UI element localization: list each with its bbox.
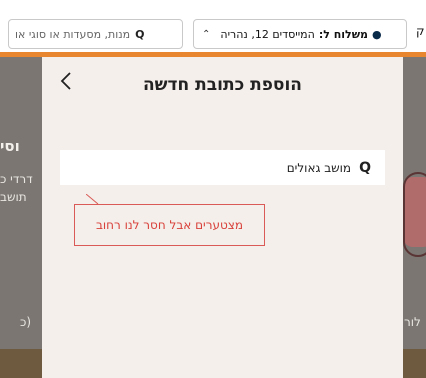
edge-text: ק bbox=[416, 24, 425, 38]
chevron-up-icon: ⌃ bbox=[202, 28, 211, 40]
search-icon: Q bbox=[359, 159, 371, 176]
delivery-prefix: משלוח ל: bbox=[318, 27, 369, 41]
bg-fragment: (כ bbox=[20, 315, 32, 329]
delivery-address-button[interactable]: ● משלוח ל: המייסדים 12, נהריה ⌃ bbox=[193, 19, 407, 49]
search-icon: Q bbox=[135, 27, 145, 41]
add-address-modal: הוספת כתובת חדשה מושב גאולים Q מצטערים א… bbox=[42, 57, 403, 378]
bg-fragment: וסי bbox=[0, 137, 20, 155]
chevron-left-icon bbox=[60, 72, 71, 90]
delivery-address: המייסדים 12, נהריה bbox=[220, 27, 315, 41]
bg-fragment: דרדי כ bbox=[0, 172, 33, 186]
bg-heart-shape bbox=[403, 172, 426, 257]
error-text: מצטערים אבל חסר לנו רחוב bbox=[95, 218, 244, 232]
address-input-value: מושב גאולים bbox=[286, 160, 352, 175]
back-button[interactable] bbox=[60, 71, 76, 93]
top-bar: Q מנות, מסעדות או סוגי או ● משלוח ל: המי… bbox=[0, 0, 426, 54]
modal-title: הוספת כתובת חדשה bbox=[142, 75, 302, 95]
dish-search-input[interactable]: Q מנות, מסעדות או סוגי או bbox=[8, 19, 183, 49]
address-search-input[interactable]: מושב גאולים Q bbox=[60, 150, 385, 185]
bg-fragment: לור bbox=[404, 315, 421, 329]
error-message: מצטערים אבל חסר לנו רחוב bbox=[74, 204, 265, 246]
location-pin-icon: ● bbox=[372, 27, 382, 41]
dish-search-placeholder: מנות, מסעדות או סוגי או bbox=[15, 27, 131, 41]
bg-fragment: תושב bbox=[0, 190, 27, 204]
